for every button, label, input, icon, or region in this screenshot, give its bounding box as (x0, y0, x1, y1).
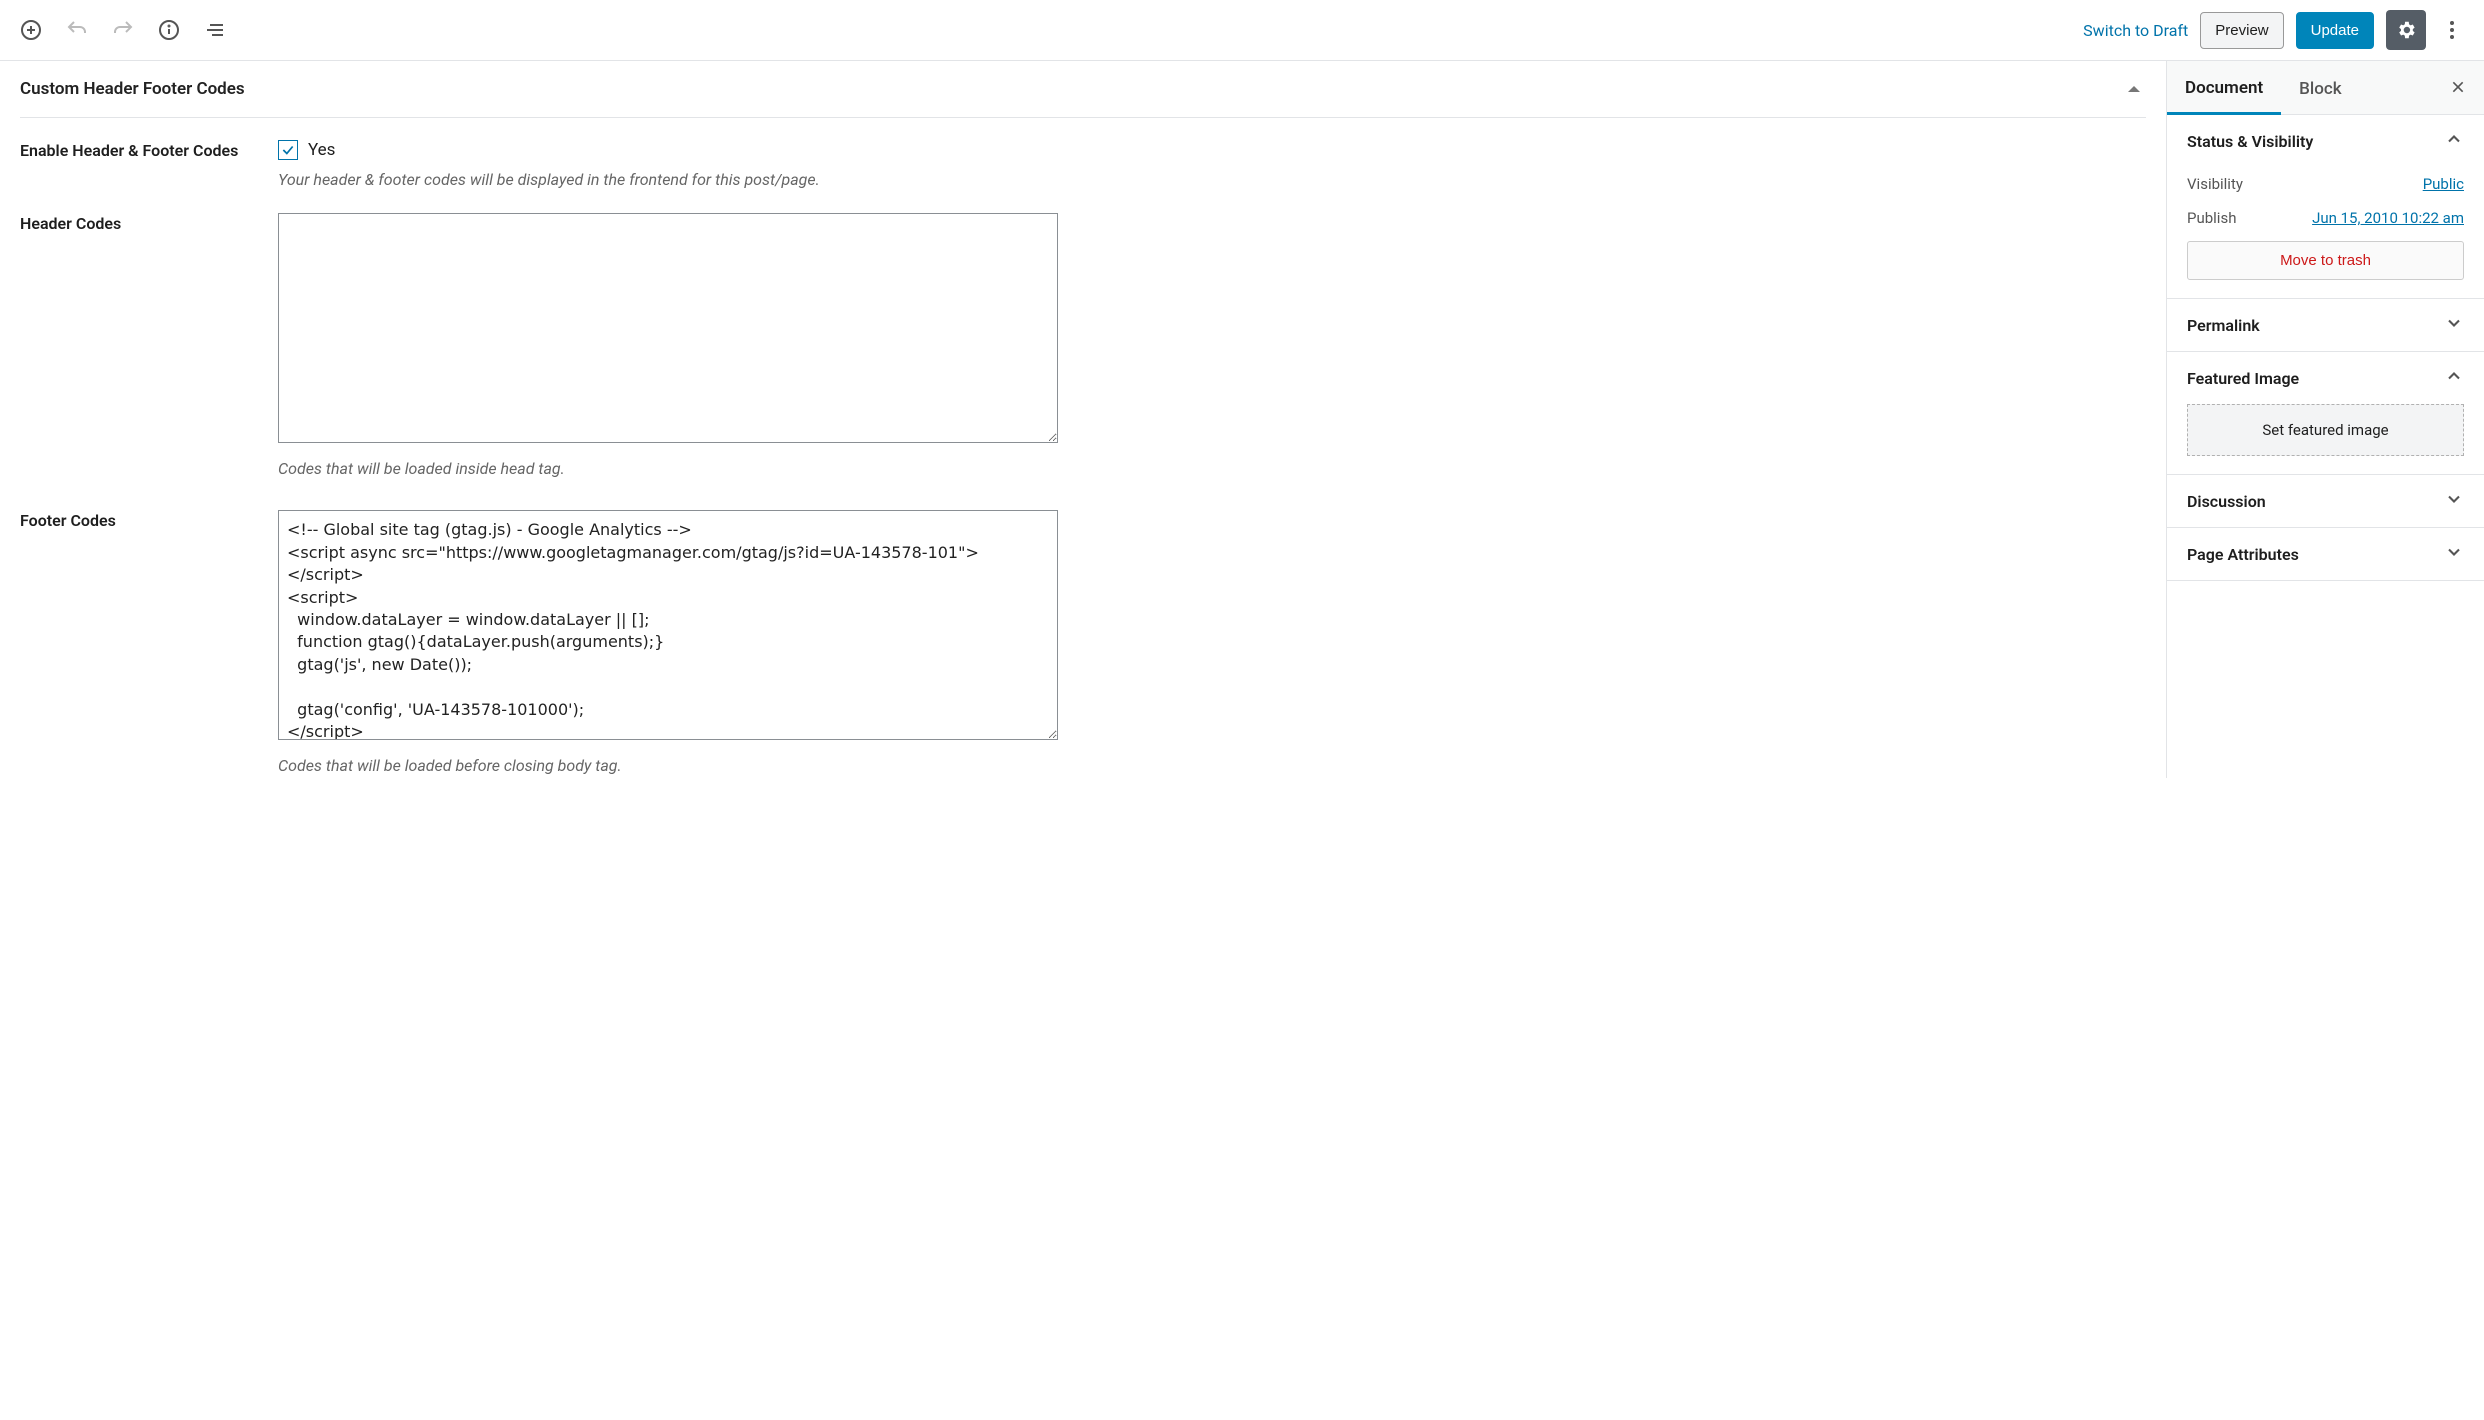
custom-codes-panel-header[interactable]: Custom Header Footer Codes (20, 61, 2146, 118)
settings-sidebar: Document Block Status & Visibility Visib… (2166, 61, 2484, 778)
panel-title: Custom Header Footer Codes (20, 79, 245, 99)
enable-codes-option: Yes (308, 140, 335, 160)
chevron-down-icon (2444, 542, 2464, 566)
add-block-button[interactable] (10, 9, 52, 51)
topbar-right: Switch to Draft Preview Update (2083, 9, 2474, 51)
publish-label: Publish (2187, 209, 2236, 227)
editor-main: Custom Header Footer Codes Enable Header… (0, 61, 2166, 778)
check-icon (281, 143, 295, 157)
visibility-label: Visibility (2187, 175, 2243, 193)
enable-codes-checkbox[interactable] (278, 140, 298, 160)
status-visibility-header[interactable]: Status & Visibility (2167, 115, 2484, 167)
chevron-down-icon (2444, 489, 2464, 513)
tab-block[interactable]: Block (2281, 62, 2359, 113)
topbar-left (10, 9, 236, 51)
header-codes-hint: Codes that will be loaded inside head ta… (278, 457, 1058, 480)
move-to-trash-button[interactable]: Move to trash (2187, 241, 2464, 280)
permalink-header[interactable]: Permalink (2167, 299, 2484, 351)
chevron-up-icon (2444, 366, 2464, 390)
switch-to-draft-link[interactable]: Switch to Draft (2083, 21, 2188, 40)
settings-gear-button[interactable] (2386, 10, 2426, 50)
close-sidebar-button[interactable] (2432, 76, 2484, 100)
discussion-header[interactable]: Discussion (2167, 475, 2484, 527)
tab-document[interactable]: Document (2167, 61, 2281, 115)
publish-value[interactable]: Jun 15, 2010 10:22 am (2312, 209, 2464, 227)
sidebar-tabs: Document Block (2167, 61, 2484, 115)
editor-topbar: Switch to Draft Preview Update (0, 0, 2484, 61)
redo-button[interactable] (102, 9, 144, 51)
page-attributes-header[interactable]: Page Attributes (2167, 528, 2484, 580)
header-codes-label: Header Codes (20, 213, 278, 480)
footer-codes-hint: Codes that will be loaded before closing… (278, 754, 1058, 777)
gear-icon (2395, 19, 2417, 41)
update-button[interactable]: Update (2296, 12, 2374, 49)
undo-button[interactable] (56, 9, 98, 51)
chevron-down-icon (2444, 313, 2464, 337)
header-codes-textarea[interactable] (278, 213, 1058, 443)
preview-button[interactable]: Preview (2200, 12, 2283, 49)
featured-image-header[interactable]: Featured Image (2167, 352, 2484, 404)
info-button[interactable] (148, 9, 190, 51)
close-icon (2450, 79, 2466, 95)
set-featured-image-button[interactable]: Set featured image (2187, 404, 2464, 456)
visibility-value[interactable]: Public (2423, 175, 2464, 193)
enable-codes-hint: Your header & footer codes will be displ… (278, 168, 1058, 191)
enable-codes-label: Enable Header & Footer Codes (20, 140, 278, 191)
more-menu-button[interactable] (2438, 9, 2466, 51)
outline-button[interactable] (194, 9, 236, 51)
chevron-up-icon (2444, 129, 2464, 153)
caret-up-icon (2128, 86, 2140, 92)
footer-codes-label: Footer Codes (20, 510, 278, 777)
footer-codes-textarea[interactable] (278, 510, 1058, 740)
